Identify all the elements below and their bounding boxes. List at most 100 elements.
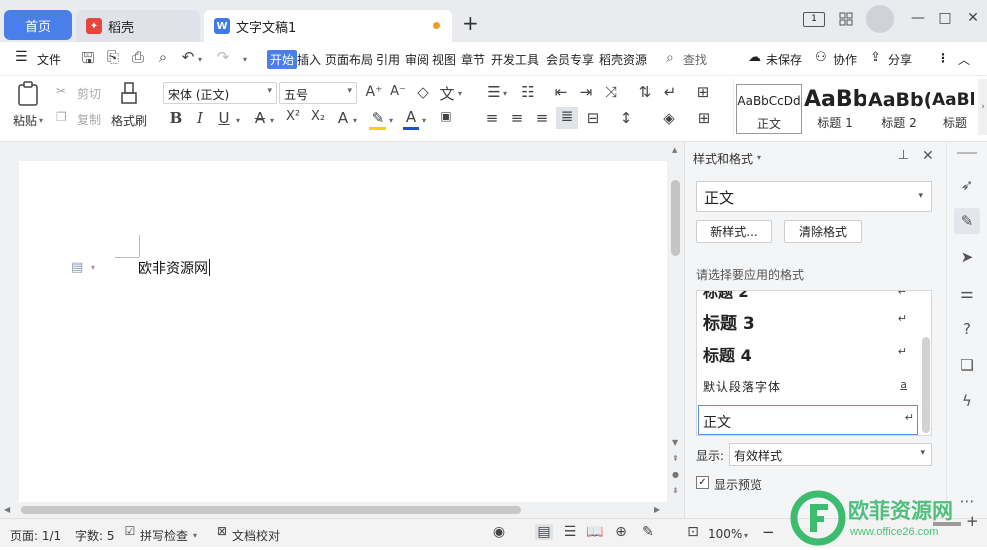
zoom-out-button[interactable]: − [762, 523, 775, 541]
search-icon[interactable]: ⌕ [666, 50, 674, 66]
help-icon[interactable]: ? [957, 320, 977, 338]
reading-view-icon[interactable]: 📖 [586, 524, 604, 540]
undo-icon[interactable]: ↶ [178, 48, 198, 66]
numbering-icon[interactable]: ☷ [518, 83, 538, 101]
export-pdf-icon[interactable]: ⎘ [103, 48, 123, 66]
styles-pen-icon[interactable]: ✎ [954, 208, 980, 234]
strikethrough-icon[interactable]: A [250, 109, 270, 127]
show-filter-select[interactable]: 有效样式 ▾ [729, 443, 932, 466]
eye-protect-icon[interactable]: ◉ [490, 524, 508, 540]
chinese-layout-icon[interactable]: ⤨ [601, 83, 621, 101]
spellcheck-button[interactable]: 拼写检查 [140, 527, 188, 544]
page-count-icon[interactable]: 1 [803, 12, 825, 27]
show-marks-icon[interactable]: ↵ [660, 83, 680, 101]
bullets-dropdown-icon[interactable]: ▾ [503, 89, 507, 98]
more-icon[interactable]: ⋮ [937, 51, 949, 65]
underline-icon[interactable]: U [214, 109, 234, 127]
quick-access-dropdown-icon[interactable]: ▾ [243, 55, 247, 64]
bold-icon[interactable]: B [166, 109, 186, 127]
font-family-select[interactable]: 宋体 (正文) ▾ [163, 82, 277, 104]
superscript-icon[interactable]: X² [283, 109, 303, 124]
prev-page-icon[interactable]: ⇞ [672, 454, 679, 463]
collaborate-button[interactable]: 协作 [833, 51, 857, 68]
copy-icon[interactable]: ❐ [56, 110, 67, 124]
menu-file[interactable]: 文件 [37, 51, 61, 68]
select-cursor-icon[interactable]: ➤ [957, 248, 977, 266]
panel-title-dropdown-icon[interactable]: ▾ [757, 153, 761, 162]
scroll-up-icon[interactable]: ▲ [672, 146, 677, 154]
save-icon[interactable]: 🖫 [78, 48, 98, 73]
cut-button[interactable]: 剪切 [77, 85, 101, 102]
document-text[interactable]: 欧非资源网 [138, 258, 208, 278]
web-view-icon[interactable]: ⊕ [612, 524, 630, 540]
horizontal-scroll-thumb[interactable] [21, 506, 521, 514]
collapse-ribbon-icon[interactable]: ︿ [958, 51, 970, 68]
share-button[interactable]: 分享 [888, 51, 912, 68]
close-button[interactable]: ✕ [962, 10, 984, 26]
pinyin-dropdown-icon[interactable]: ▾ [458, 89, 462, 98]
highlight-dropdown-icon[interactable]: ▾ [389, 116, 393, 125]
rocket-icon[interactable]: ➶ [957, 176, 977, 194]
style-heading1[interactable]: AaBb 标题 1 [804, 84, 866, 134]
zoom-in-button[interactable]: + [966, 512, 979, 530]
sort-icon[interactable]: ⇅ [635, 83, 655, 101]
font-color-dropdown-icon[interactable]: ▾ [422, 116, 426, 125]
style-item-heading3[interactable]: 标题 3 ↵ [697, 309, 921, 335]
style-item-heading4[interactable]: 标题 4 ↵ [697, 342, 921, 368]
panel-title[interactable]: 样式和格式 [693, 150, 753, 167]
avatar[interactable] [866, 5, 894, 33]
highlight-icon[interactable]: ✎ [368, 109, 388, 127]
menu-start[interactable]: 开始 [267, 50, 298, 69]
new-style-button[interactable]: 新样式... [696, 220, 772, 243]
strike-dropdown-icon[interactable]: ▾ [270, 116, 274, 125]
spellcheck-dropdown-icon[interactable]: ▾ [193, 531, 197, 540]
style-normal[interactable]: AaBbCcDd 正文 [736, 84, 802, 134]
style-item-heading2[interactable]: 标题 2 ↵ [697, 291, 921, 303]
increase-font-icon[interactable]: A⁺ [364, 84, 384, 100]
new-tab-button[interactable]: + [462, 11, 479, 35]
style-heading2[interactable]: AaBb( 标题 2 [868, 84, 930, 134]
tab-home[interactable]: 首页 [4, 10, 72, 40]
minimize-button[interactable]: — [907, 10, 929, 26]
write-view-icon[interactable]: ✎ [639, 524, 657, 540]
subscript-icon[interactable]: X₂ [308, 109, 328, 124]
decrease-indent-icon[interactable]: ⇤ [551, 83, 571, 101]
page-indicator[interactable]: 页面: 1/1 [10, 527, 61, 544]
show-preview-checkbox[interactable]: ✓ [696, 476, 709, 489]
page-view-icon[interactable]: ▤ [535, 524, 553, 540]
copy-button[interactable]: 复制 [77, 111, 101, 128]
lightning-icon[interactable]: ϟ [957, 392, 977, 410]
outline-view-icon[interactable]: ☰ [561, 524, 579, 540]
align-center-icon[interactable]: ≡ [507, 109, 527, 127]
unsaved-button[interactable]: 未保存 [766, 51, 802, 68]
undo-dropdown-icon[interactable]: ▾ [198, 55, 202, 64]
grid-icon[interactable] [839, 12, 853, 26]
zoom-level[interactable]: 100% [708, 527, 742, 541]
style-item-default-font[interactable]: 默认段落字体 a [697, 377, 921, 399]
menu-item-1[interactable]: 页面布局 [325, 51, 373, 68]
distributed-icon[interactable]: ⊟ [583, 109, 603, 127]
shading-icon[interactable]: ◈ [659, 109, 679, 127]
redo-icon[interactable]: ↷ [213, 48, 233, 66]
menu-item-5[interactable]: 章节 [461, 51, 485, 68]
maximize-button[interactable]: □ [934, 10, 956, 26]
clear-format-icon[interactable]: ◇ [413, 83, 433, 101]
zoom-dropdown-icon[interactable]: ▾ [744, 531, 748, 540]
align-left-icon[interactable]: ≡ [482, 109, 502, 127]
print-icon[interactable]: ⎙ [128, 48, 148, 66]
increase-indent-icon[interactable]: ⇥ [576, 83, 596, 101]
current-style-select[interactable]: 正文 ▾ [696, 181, 932, 212]
tab-document[interactable]: W 文字文稿1 [204, 10, 452, 42]
menu-item-7[interactable]: 会员专享 [546, 51, 594, 68]
format-painter-icon[interactable] [119, 81, 139, 107]
pinyin-guide-icon[interactable]: 文 [437, 83, 457, 104]
scroll-left-icon[interactable]: ◀ [4, 505, 10, 514]
next-page-icon[interactable]: ⇟ [672, 486, 679, 495]
menu-item-4[interactable]: 视图 [432, 51, 456, 68]
menu-item-2[interactable]: 引用 [376, 51, 400, 68]
horizontal-scrollbar[interactable]: ◀ ▶ [0, 502, 668, 518]
table-tab-icon[interactable]: ⊞ [693, 83, 713, 101]
panel-close-icon[interactable]: ✕ [922, 148, 934, 164]
pin-icon[interactable]: ⊥ [898, 148, 909, 163]
decrease-font-icon[interactable]: A⁻ [388, 84, 408, 99]
